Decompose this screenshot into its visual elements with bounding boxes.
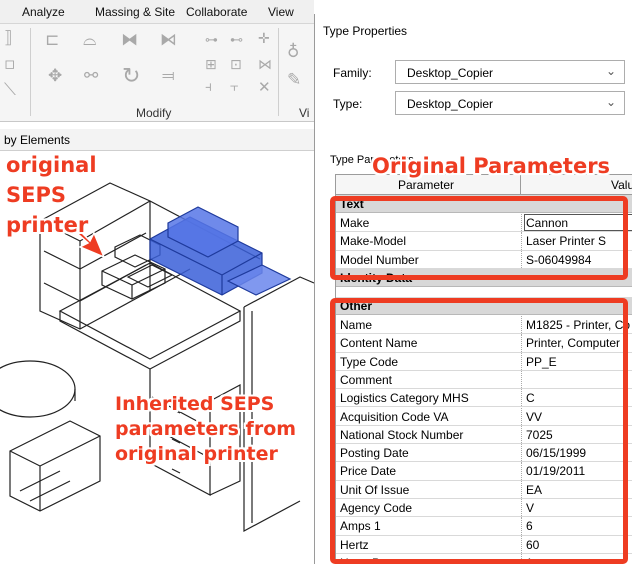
rotate-icon[interactable]: ↻ xyxy=(122,66,140,88)
family-value: Desktop_Copier xyxy=(407,66,494,80)
split-gap-icon[interactable]: ⊷ xyxy=(230,34,243,47)
move-icon[interactable]: ✥ xyxy=(48,68,62,85)
array-icon[interactable]: ⊞ xyxy=(205,58,217,72)
divider xyxy=(30,28,31,116)
trim-multiple-icon[interactable]: ⫟ xyxy=(230,80,238,94)
annotation-line: parameters from xyxy=(115,418,297,440)
unpin-icon[interactable]: ⋈ xyxy=(258,58,272,72)
mirror-draw-icon[interactable]: ⧑ xyxy=(160,32,177,49)
ribbon-tab-bar: Analyze Massing & Site Collaborate View xyxy=(0,0,314,24)
delete-icon[interactable]: ✕ xyxy=(258,80,271,95)
split-icon[interactable]: ⊶ xyxy=(205,34,218,47)
chevron-down-icon: ⌄ xyxy=(605,64,616,78)
annotation-line: Inherited SEPS xyxy=(115,393,275,415)
offset-icon[interactable]: ⌓ xyxy=(83,32,96,49)
tab-collaborate[interactable]: Collaborate xyxy=(186,5,247,19)
tab-massing-site[interactable]: Massing & Site xyxy=(95,5,175,19)
column-header-value: Value xyxy=(611,178,632,192)
tool-icon[interactable]: ⟍ xyxy=(4,82,16,99)
copy-icon[interactable]: ⚯ xyxy=(84,68,98,85)
family-select[interactable]: Desktop_Copier ⌄ xyxy=(395,60,625,84)
modify-group-label: Modify xyxy=(136,106,172,120)
scale-icon[interactable]: ⊡ xyxy=(230,58,242,72)
annotation-line: original printer xyxy=(115,443,278,465)
align-icon[interactable]: ⊏ xyxy=(45,32,59,49)
column-header-parameter: Parameter xyxy=(398,178,455,192)
annotation-line: SEPS xyxy=(6,183,66,207)
trim-icon[interactable]: ⫤ xyxy=(162,68,175,85)
trim-single-icon[interactable]: ⫞ xyxy=(205,80,212,94)
original-parameters-annotation: Original Parameters xyxy=(372,154,611,178)
dialog-title: Type Properties xyxy=(323,24,408,38)
paint-icon[interactable]: ✎ xyxy=(287,72,301,89)
original-seps-printer-annotation: original SEPS printer xyxy=(6,150,97,240)
type-value: Desktop_Copier xyxy=(407,97,494,111)
divider xyxy=(278,28,279,116)
view-group-label: Vi xyxy=(299,106,310,120)
original-parameters-highlight xyxy=(330,196,628,280)
elements-bar-label: by Elements xyxy=(4,133,71,147)
tool-icon[interactable]: ⟧ xyxy=(4,30,12,47)
bulb-icon[interactable]: ♁ xyxy=(287,44,299,61)
table-header: Parameter Value xyxy=(336,175,632,195)
pin-icon[interactable]: ✛ xyxy=(258,32,270,46)
inherited-parameters-highlight xyxy=(330,298,628,564)
dropdown-icon[interactable]: ▫ xyxy=(4,56,16,73)
inherited-seps-parameters-annotation: Inherited SEPS parameters from original … xyxy=(115,392,296,467)
type-select[interactable]: Desktop_Copier ⌄ xyxy=(395,91,625,115)
annotation-line: original xyxy=(6,153,97,177)
elements-bar: by Elements xyxy=(0,129,314,151)
chevron-down-icon: ⌄ xyxy=(605,95,616,109)
ribbon-panel: ⟧ ▫ ⟍ ⊏ ⌓ ⧓ ⧑ ⊶ ⊷ ✛ ✥ ⚯ ↻ ⫤ ⊞ ⊡ ⋈ ⫞ ⫟ ✕ … xyxy=(0,24,314,122)
type-label: Type: xyxy=(333,97,363,111)
tab-view[interactable]: View xyxy=(268,5,294,19)
annotation-line: printer xyxy=(6,213,89,237)
family-label: Family: xyxy=(333,66,372,80)
mirror-pick-icon[interactable]: ⧓ xyxy=(121,32,138,49)
tab-analyze[interactable]: Analyze xyxy=(22,5,65,19)
